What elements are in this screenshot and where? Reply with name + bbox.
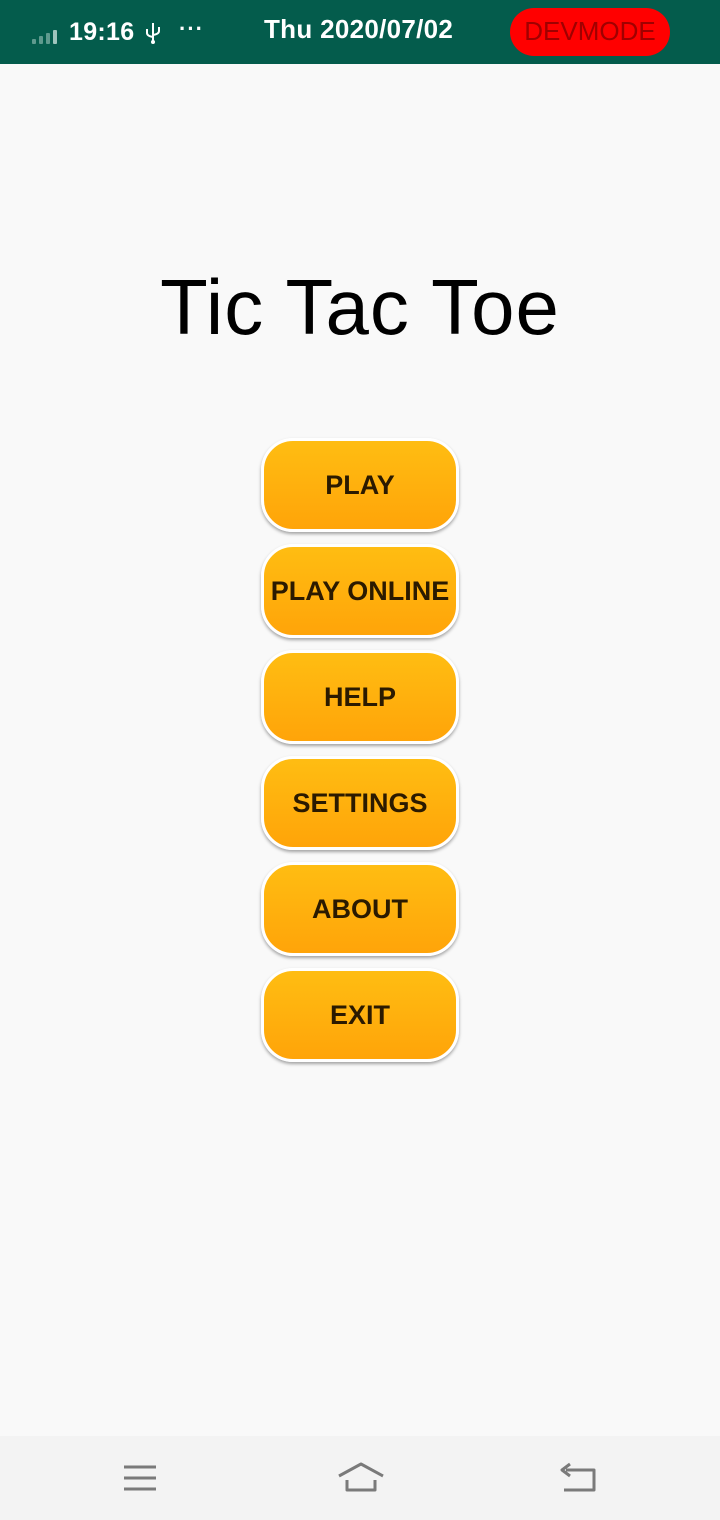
signal-icon <box>32 24 62 44</box>
menu-icon[interactable] <box>120 1460 160 1496</box>
play-online-button[interactable]: PLAY ONLINE <box>261 544 459 638</box>
settings-button[interactable]: SETTINGS <box>261 756 459 850</box>
status-bar: 19:16 ··· Thu 2020/07/02 DEVMODE <box>0 0 720 64</box>
exit-button[interactable]: EXIT <box>261 968 459 1062</box>
help-button[interactable]: HELP <box>261 650 459 744</box>
play-button[interactable]: PLAY <box>261 438 459 532</box>
more-icon: ··· <box>179 16 204 41</box>
home-icon[interactable] <box>336 1460 386 1496</box>
about-button[interactable]: ABOUT <box>261 862 459 956</box>
status-date: Thu 2020/07/02 <box>264 14 454 44</box>
devmode-badge: DEVMODE <box>510 8 670 56</box>
usb-icon <box>146 23 160 44</box>
back-icon[interactable] <box>558 1460 598 1496</box>
app-title: Tic Tac Toe <box>160 263 560 351</box>
status-time: 19:16 <box>69 18 135 46</box>
navigation-bar <box>0 1436 720 1520</box>
